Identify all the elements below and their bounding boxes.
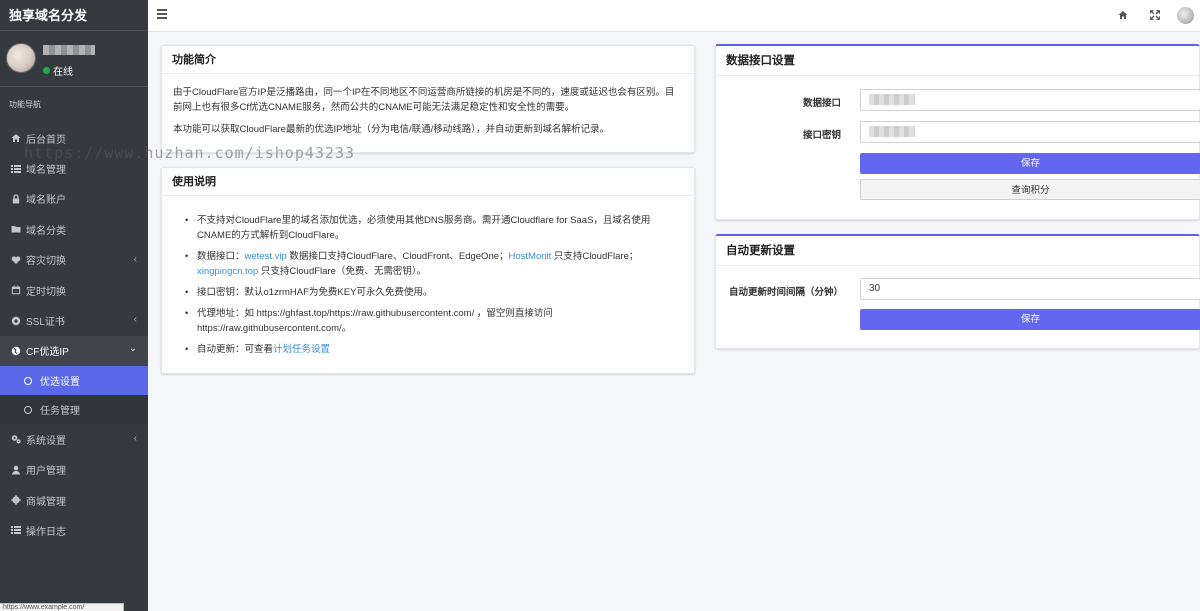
sidebar-subitem-preferred-settings[interactable]: 优选设置 [0, 366, 148, 396]
wetest-link[interactable]: wetest.vip [245, 251, 287, 262]
sidebar-item-label: 后台首页 [26, 134, 66, 146]
interval-input[interactable]: 30 [860, 278, 1200, 300]
sidebar-item-system[interactable]: 系统设置 ‹ [0, 424, 148, 454]
chevron-left-icon: ‹ [133, 253, 137, 265]
usage-text: 自动更新：可查看 [197, 344, 274, 355]
avatar[interactable] [6, 43, 36, 73]
globe-icon [10, 345, 21, 356]
auto-update-title: 自动更新设置 [716, 236, 1199, 266]
usage-text: 数据接口支持CloudFlare、CloudFront、EdgeOne； [286, 251, 509, 262]
sidebar-item-label: SSL证书 [26, 317, 65, 329]
list-icon [10, 525, 21, 536]
topbar [148, 0, 1200, 32]
query-points-button[interactable]: 查询积分 [860, 179, 1200, 200]
user-name-redacted [43, 45, 95, 55]
usage-text: 只支持CloudFlare； [551, 251, 639, 262]
sidebar-item-users[interactable]: 用户管理 [0, 455, 148, 485]
usage-text: 只支持CloudFlare（免费、无需密钥）。 [258, 266, 427, 277]
usage-item-proxy: 代理地址：如 https://ghfast.top/https://raw.gi… [185, 306, 683, 336]
lock-icon [10, 193, 21, 204]
chevron-left-icon: ‹ [133, 433, 137, 445]
home-icon [10, 133, 21, 144]
sidebar-item-shop[interactable]: 商城管理 [0, 485, 148, 515]
api-label: 数据接口 [803, 98, 842, 109]
sidebar-item-label: CF优选IP [26, 347, 69, 359]
usage-card: 使用说明 不支持对CloudFlare里的域名添加优选，必须使用其他DNS服务商… [161, 167, 695, 374]
chevron-down-icon: ⌄ [128, 342, 137, 354]
intro-card-body: 由于CloudFlare官方IP是泛播路由，同一个IP在不同地区不同运营商所链接… [162, 74, 694, 155]
sidebar-item-label: 操作日志 [26, 526, 66, 538]
cron-settings-link[interactable]: 计划任务设置 [273, 344, 330, 355]
sidebar-item-label: 商城管理 [26, 496, 66, 508]
menu-toggle-icon[interactable] [157, 9, 167, 19]
sidebar-item-label: 域名分类 [26, 225, 66, 237]
key-label: 接口密钥 [803, 130, 842, 141]
hostmonit-link[interactable]: HostMonit [509, 251, 552, 262]
redacted-value [869, 126, 915, 137]
api-key-input[interactable] [860, 121, 1200, 143]
usage-item-auto: 自动更新：可查看计划任务设置 [185, 342, 683, 357]
calendar-icon [10, 285, 21, 296]
sidebar-item-label: 系统设置 [26, 435, 66, 447]
sidebar-item-ssl[interactable]: SSL证书 ‹ [0, 305, 148, 335]
sidebar-item-label: 容灾切换 [26, 256, 66, 268]
fullscreen-icon[interactable] [1149, 9, 1161, 23]
heart-icon [10, 254, 21, 265]
user-icon [10, 464, 21, 475]
circle-icon [24, 376, 32, 385]
save-button[interactable]: 保存 [860, 309, 1200, 330]
circle-icon [24, 405, 32, 414]
usage-text: 数据接口： [197, 251, 245, 262]
settings-icon [10, 315, 21, 326]
save-button[interactable]: 保存 [860, 153, 1200, 174]
usage-item-domains: 不支持对CloudFlare里的域名添加优选，必须使用其他DNS服务商。需开通C… [185, 213, 683, 243]
sidebar-item-categories[interactable]: 域名分类 [0, 214, 148, 244]
cogs-icon [10, 434, 21, 445]
user-status-label: 在线 [53, 67, 73, 78]
intro-paragraph-1: 由于CloudFlare官方IP是泛播路由，同一个IP在不同地区不同运营商所链接… [173, 87, 675, 113]
sidebar-subitem-label: 任务管理 [40, 406, 80, 418]
api-settings-card: 数据接口设置 数据接口 接口密钥 保存 查询积分 [715, 44, 1200, 220]
gear-icon [10, 495, 21, 506]
sidebar-item-label: 域名管理 [26, 165, 66, 177]
sidebar-item-domains[interactable]: 域名管理 [0, 153, 148, 183]
auto-update-card: 自动更新设置 自动更新时间间隔（分钟） 30 保存 [715, 234, 1200, 349]
sidebar-item-failover[interactable]: 容灾切换 ‹ [0, 245, 148, 275]
intro-card: 功能简介 由于CloudFlare官方IP是泛播路由，同一个IP在不同地区不同运… [161, 45, 695, 153]
sidebar-subitem-label: 优选设置 [40, 377, 80, 389]
usage-item-key: 接口密钥：默认o1zrmHAF为免费KEY可永久免费使用。 [185, 285, 683, 300]
xingpingcn-link[interactable]: xingpingcn.top [197, 266, 258, 277]
intro-card-title: 功能简介 [162, 46, 694, 74]
usage-list: 不支持对CloudFlare里的域名添加优选，必须使用其他DNS服务商。需开通C… [173, 213, 683, 357]
list-icon [10, 163, 21, 174]
redacted-value [869, 94, 915, 105]
folder-icon [10, 224, 21, 235]
sidebar-item-label: 域名账户 [26, 195, 66, 207]
sidebar-item-label: 定时切换 [26, 286, 66, 298]
online-dot-icon [43, 67, 50, 74]
sidebar-item-cf-ip[interactable]: CF优选IP ⌄ [0, 335, 148, 367]
nav-header: 功能导航 [9, 100, 41, 109]
sidebar: 独享域名分发 在线 功能导航 后台首页 域名管理 域名账户 域名分类 容灾切换 … [0, 0, 148, 611]
interval-label: 自动更新时间间隔（分钟） [729, 287, 844, 298]
user-status: 在线 [43, 63, 73, 78]
api-settings-title: 数据接口设置 [716, 46, 1199, 76]
sidebar-subitem-tasks[interactable]: 任务管理 [0, 395, 148, 425]
intro-paragraph-2: 本功能可以获取CloudFlare最新的优选IP地址（分为电信/联通/移动线路）… [173, 124, 609, 135]
status-bar-url: https://www.example.com/ [0, 603, 124, 611]
user-panel: 在线 [0, 31, 148, 87]
usage-item-api: 数据接口：wetest.vip 数据接口支持CloudFlare、CloudFr… [185, 249, 683, 279]
api-select[interactable] [860, 89, 1200, 111]
home-icon[interactable] [1118, 10, 1128, 23]
user-avatar[interactable] [1177, 7, 1194, 24]
brand-title[interactable]: 独享域名分发 [0, 0, 148, 31]
sidebar-item-logs[interactable]: 操作日志 [0, 515, 148, 545]
sidebar-item-label: 用户管理 [26, 466, 66, 478]
usage-card-body: 不支持对CloudFlare里的域名添加优选，必须使用其他DNS服务商。需开通C… [162, 196, 694, 374]
chevron-left-icon: ‹ [133, 314, 137, 326]
sidebar-item-accounts[interactable]: 域名账户 [0, 184, 148, 214]
sidebar-item-home[interactable]: 后台首页 [0, 123, 148, 153]
usage-card-title: 使用说明 [162, 168, 694, 196]
sidebar-item-schedule[interactable]: 定时切换 [0, 275, 148, 305]
